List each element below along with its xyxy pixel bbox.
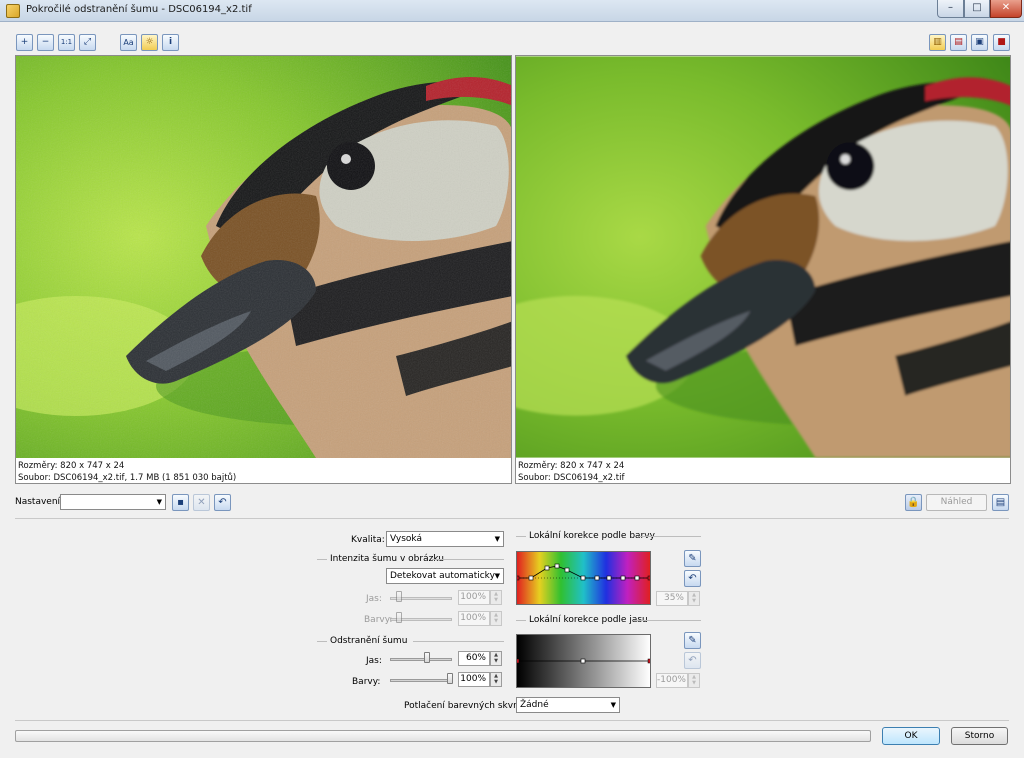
maximize-button[interactable]: □: [964, 0, 990, 18]
removal-color-thumb[interactable]: [447, 673, 453, 684]
chevron-down-icon: ▼: [156, 498, 162, 506]
intensity-brightness-thumb[interactable]: [395, 591, 402, 602]
title-bar: Pokročilé odstranění šumu - DSC06194_x2.…: [0, 0, 1024, 22]
original-preview-panel[interactable]: Rozměry: 820 x 747 x 24 Soubor: DSC06194…: [15, 55, 512, 484]
spot-suppression-value: Žádné: [520, 700, 549, 710]
removal-brightness-field[interactable]: 60%: [458, 651, 490, 666]
quality-select-value: Vysoká: [390, 534, 423, 544]
single-view-icon[interactable]: ▣: [971, 34, 988, 51]
noise-mode-select-value: Detekovat automaticky: [390, 571, 495, 581]
settings-select[interactable]: ▼: [60, 494, 166, 510]
layout-icon[interactable]: ▤: [992, 494, 1009, 511]
local-brightness-strength-spinner[interactable]: ▲ ▼: [688, 673, 700, 688]
local-color-line-left: [516, 536, 526, 537]
spot-suppression-select[interactable]: Žádné ▼: [516, 697, 620, 713]
reset-settings-icon[interactable]: ↶: [214, 494, 231, 511]
intensity-color-field[interactable]: 100%: [458, 611, 490, 626]
intensity-brightness-field[interactable]: 100%: [458, 590, 490, 605]
result-preview-panel[interactable]: Rozměry: 820 x 747 x 24 Soubor: DSC06194…: [515, 55, 1011, 484]
removal-color-slider[interactable]: [390, 679, 452, 682]
chevron-down-icon: ▼: [494, 535, 500, 543]
brightness-picker-icon[interactable]: ✎: [684, 632, 701, 649]
settings-separator: [15, 518, 1009, 519]
preview-button[interactable]: Náhled: [926, 494, 987, 511]
split-horizontal-icon[interactable]: ▤: [950, 34, 967, 51]
save-settings-icon[interactable]: ▪: [172, 494, 189, 511]
app-icon: [6, 4, 20, 18]
removal-color-label: Barvy:: [352, 677, 381, 687]
spot-suppression-label: Potlačení barevných skvrn:: [404, 701, 526, 711]
noise-mode-select[interactable]: Detekovat automaticky ▼: [386, 568, 504, 584]
intensity-color-spinner[interactable]: ▲ ▼: [490, 611, 502, 626]
result-dimensions: Rozměry: 820 x 747 x 24: [518, 461, 625, 471]
result-info: Rozměry: 820 x 747 x 24 Soubor: DSC06194…: [518, 460, 624, 484]
brightness-curve-editor[interactable]: [516, 634, 651, 688]
local-color-header: Lokální korekce podle barvy: [529, 531, 655, 541]
chevron-down-icon: ▼: [610, 701, 616, 709]
text-overlay-icon[interactable]: Aa: [120, 34, 137, 51]
quality-select[interactable]: Vysoká ▼: [386, 531, 504, 547]
color-picker-icon[interactable]: ✎: [684, 550, 701, 567]
noise-intensity-line-left: [317, 559, 327, 560]
ok-button[interactable]: OK: [882, 727, 940, 745]
removal-line-left: [317, 641, 327, 642]
intensity-color-label: Barvy:: [364, 615, 393, 625]
original-info: Rozměry: 820 x 747 x 24 Soubor: DSC06194…: [18, 460, 236, 484]
quality-label: Kvalita:: [351, 535, 385, 545]
reset-brightness-curve-icon[interactable]: ↶: [684, 652, 701, 669]
local-brightness-line-left: [516, 620, 526, 621]
local-color-line-right: [639, 536, 701, 537]
removal-header: Odstranění šumu: [330, 636, 408, 646]
removal-color-spinner[interactable]: ▲ ▼: [490, 672, 502, 687]
removal-brightness-spinner[interactable]: ▲ ▼: [490, 651, 502, 666]
local-brightness-strength-field[interactable]: -100%: [656, 673, 688, 688]
progress-bar: [15, 730, 871, 742]
intensity-brightness-label: Jas:: [366, 594, 382, 604]
window-title: Pokročilé odstranění šumu - DSC06194_x2.…: [26, 4, 252, 15]
original-photo[interactable]: [16, 56, 511, 458]
local-brightness-line-right: [633, 620, 701, 621]
fit-to-window-icon[interactable]: ⤢: [79, 34, 96, 51]
removal-line-right: [413, 641, 504, 642]
original-view-icon[interactable]: ■: [993, 34, 1010, 51]
chevron-down-icon: ▼: [494, 572, 500, 580]
minimize-button[interactable]: –: [937, 0, 964, 18]
removal-brightness-label: Jas:: [366, 656, 382, 666]
original-file: Soubor: DSC06194_x2.tif, 1.7 MB (1 851 0…: [18, 473, 237, 483]
intensity-brightness-spinner[interactable]: ▲ ▼: [490, 590, 502, 605]
actual-size-icon[interactable]: 1:1: [58, 34, 75, 51]
color-curve-editor[interactable]: [516, 551, 651, 605]
highlight-icon[interactable]: ☼: [141, 34, 158, 51]
close-button[interactable]: ✕: [990, 0, 1022, 18]
zoom-in-icon[interactable]: +: [16, 34, 33, 51]
reset-color-curve-icon[interactable]: ↶: [684, 570, 701, 587]
local-brightness-header: Lokální korekce podle jasu: [529, 615, 648, 625]
removal-color-field[interactable]: 100%: [458, 672, 490, 687]
lock-icon[interactable]: 🔒: [905, 494, 922, 511]
intensity-color-thumb[interactable]: [395, 612, 402, 623]
delete-settings-icon[interactable]: ✕: [193, 494, 210, 511]
zoom-out-icon[interactable]: −: [37, 34, 54, 51]
split-vertical-icon[interactable]: ▥: [929, 34, 946, 51]
cancel-button[interactable]: Storno: [951, 727, 1008, 745]
local-color-strength-spinner[interactable]: ▲ ▼: [688, 591, 700, 606]
info-icon[interactable]: i: [162, 34, 179, 51]
settings-label: Nastavení:: [15, 497, 64, 507]
result-file: Soubor: DSC06194_x2.tif: [518, 473, 625, 483]
local-color-strength-field[interactable]: 35%: [656, 591, 688, 606]
noise-intensity-line-right: [432, 559, 504, 560]
removal-brightness-slider[interactable]: [390, 658, 452, 661]
removal-brightness-thumb[interactable]: [424, 652, 431, 663]
original-dimensions: Rozměry: 820 x 747 x 24: [18, 461, 125, 471]
result-photo[interactable]: [516, 56, 1010, 458]
footer-separator: [15, 720, 1009, 721]
noise-intensity-header: Intenzita šumu v obrázku: [330, 554, 444, 564]
